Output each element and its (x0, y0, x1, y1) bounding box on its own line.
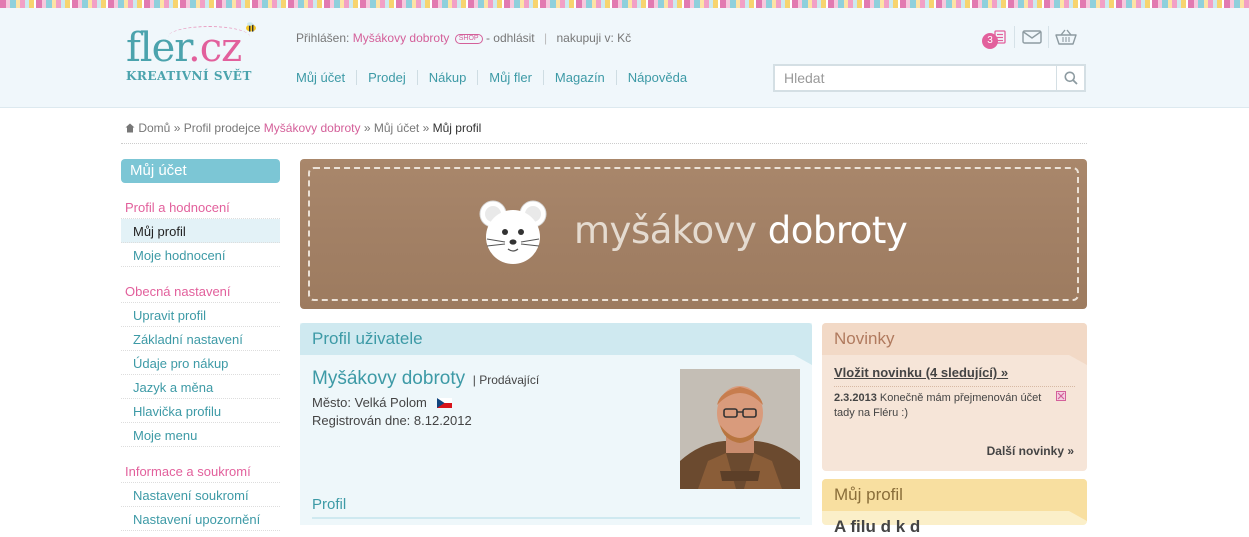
sidebar-item-my-menu[interactable]: Moje menu (121, 423, 280, 447)
nav-magazine[interactable]: Magazín (542, 70, 616, 85)
notifications-button[interactable]: 3 (980, 26, 1014, 49)
search-box (773, 64, 1086, 92)
breadcrumb-seller-link[interactable]: Myšákovy dobroty (264, 121, 361, 135)
mouse-logo-icon (479, 200, 547, 264)
profile-panel-title: Profil uživatele (312, 329, 423, 348)
search-input[interactable] (775, 66, 1055, 90)
site-header: fler.cz KREATIVNÍ SVĚT Přihlášen: Myšáko… (0, 8, 1249, 108)
sidebar-section-privacy: Informace a soukromí (121, 447, 280, 483)
breadcrumb-sep: » (363, 121, 371, 135)
mail-icon (1021, 30, 1042, 44)
my-profile-panel-header: Můj profil (822, 479, 1087, 521)
sidebar-title: Můj účet (121, 159, 280, 183)
close-icon (1057, 392, 1065, 400)
breadcrumb-sep: » (422, 121, 430, 135)
profile-avatar[interactable] (680, 369, 800, 489)
nav-my-account[interactable]: Můj účet (296, 70, 356, 85)
search-icon (1064, 71, 1078, 85)
profile-registered: Registrován dne: 8.12.2012 (312, 413, 472, 428)
panel-corner-notch (1069, 355, 1087, 365)
banner-title-light: myšákovy (574, 209, 757, 252)
avatar-photo-icon (680, 369, 800, 489)
bee-icon (246, 22, 256, 32)
login-label: Přihlášen: (296, 31, 350, 45)
profile-name-row: Myšákovy dobroty | Prodávající (312, 368, 539, 390)
sidebar-item-privacy-settings[interactable]: Nastavení soukromí (121, 483, 280, 507)
profile-city-row: Město: Velká Polom (312, 395, 452, 410)
divider (312, 517, 800, 519)
sidebar-item-basic-settings[interactable]: Základní nastavení (121, 327, 280, 351)
divider (121, 143, 1087, 144)
sidebar-item-edit-profile[interactable]: Upravit profil (121, 303, 280, 327)
breadcrumb-my-account[interactable]: Můj účet (374, 121, 419, 135)
currency-switch[interactable]: nakupuji v: Kč (556, 31, 631, 45)
nav-my-fler[interactable]: Můj fler (477, 70, 543, 85)
my-profile-cut-text: A filu d k d (834, 517, 921, 536)
sidebar-item-my-ratings[interactable]: Moje hodnocení (121, 243, 280, 267)
delete-news-icon[interactable] (1056, 391, 1066, 401)
main-navigation: Můj účet Prodej Nákup Můj fler Magazín N… (296, 70, 698, 85)
nav-buy[interactable]: Nákup (416, 70, 478, 85)
separator: | (544, 31, 548, 45)
news-panel-title: Novinky (834, 329, 895, 348)
news-panel-header: Novinky (822, 323, 1087, 365)
search-button[interactable] (1056, 66, 1084, 90)
nav-help[interactable]: Nápověda (615, 70, 698, 85)
logout-link[interactable]: - odhlásit (486, 31, 535, 45)
profile-city: Město: Velká Polom (312, 395, 427, 410)
account-sidebar: Můj účet Profil a hodnocení Můj profil M… (121, 159, 280, 531)
my-profile-panel-title: Můj profil (834, 485, 903, 504)
profile-subheading: Profil (312, 496, 347, 513)
czech-flag-icon (436, 398, 452, 408)
profile-banner: myšákovy dobroty (300, 159, 1087, 309)
login-status-bar: Přihlášen: Myšákovy dobroty SHOP - odhlá… (296, 31, 631, 45)
add-news-link[interactable]: Vložit novinku (4 sledující) » (834, 365, 1008, 380)
profile-role: | Prodávající (472, 373, 540, 387)
header-icon-group: 3 (980, 26, 1082, 49)
sidebar-section-general: Obecná nastavení (121, 267, 280, 303)
breadcrumb-current: Můj profil (432, 121, 482, 135)
banner-title: myšákovy dobroty (574, 209, 908, 252)
basket-button[interactable] (1048, 26, 1082, 48)
news-item-date: 2.3.2013 (834, 392, 877, 404)
my-profile-panel: Můj profil A filu d k d (822, 479, 1087, 536)
fler-logo[interactable]: fler.cz KREATIVNÍ SVĚT (126, 22, 276, 98)
notification-count-badge: 3 (982, 33, 998, 49)
profile-panel-header: Profil uživatele (300, 323, 812, 365)
sidebar-item-my-profile[interactable]: Můj profil (121, 219, 280, 243)
shop-badge: SHOP (454, 34, 483, 44)
nav-sell[interactable]: Prodej (356, 70, 417, 85)
breadcrumb-sep: » (173, 121, 181, 135)
sidebar-item-profile-header[interactable]: Hlavička profilu (121, 399, 280, 423)
breadcrumb: Domů » Profil prodejce Myšákovy dobroty … (125, 121, 481, 135)
panel-corner-notch (794, 355, 812, 365)
profile-name[interactable]: Myšákovy dobroty (312, 368, 465, 389)
banner-title-bold: dobroty (767, 209, 908, 252)
logo-flight-path (168, 26, 250, 48)
panel-corner-notch (1069, 511, 1087, 521)
more-news-link[interactable]: Další novinky » (987, 444, 1074, 458)
sidebar-item-purchase-details[interactable]: Údaje pro nákup (121, 351, 280, 375)
mail-button[interactable] (1014, 26, 1048, 48)
sidebar-item-notification-settings[interactable]: Nastavení upozornění (121, 507, 280, 531)
home-icon (125, 123, 135, 133)
decorative-stripe-band (0, 0, 1249, 8)
news-item: 2.3.2013 Konečně mám přejmenován účet ta… (834, 391, 1054, 421)
news-panel: Novinky Vložit novinku (4 sledující) » 2… (822, 323, 1087, 471)
logged-user-link[interactable]: Myšákovy dobroty (353, 31, 450, 45)
sidebar-item-language-currency[interactable]: Jazyk a měna (121, 375, 280, 399)
breadcrumb-home[interactable]: Domů (138, 121, 170, 135)
logo-tagline: KREATIVNÍ SVĚT (126, 69, 252, 83)
divider (834, 386, 1075, 387)
sidebar-section-profile: Profil a hodnocení (121, 183, 280, 219)
breadcrumb-seller-profile[interactable]: Profil prodejce (184, 121, 261, 135)
basket-icon (1054, 29, 1077, 45)
user-profile-panel: Profil uživatele Myšákovy dobroty | Prod… (300, 323, 812, 525)
